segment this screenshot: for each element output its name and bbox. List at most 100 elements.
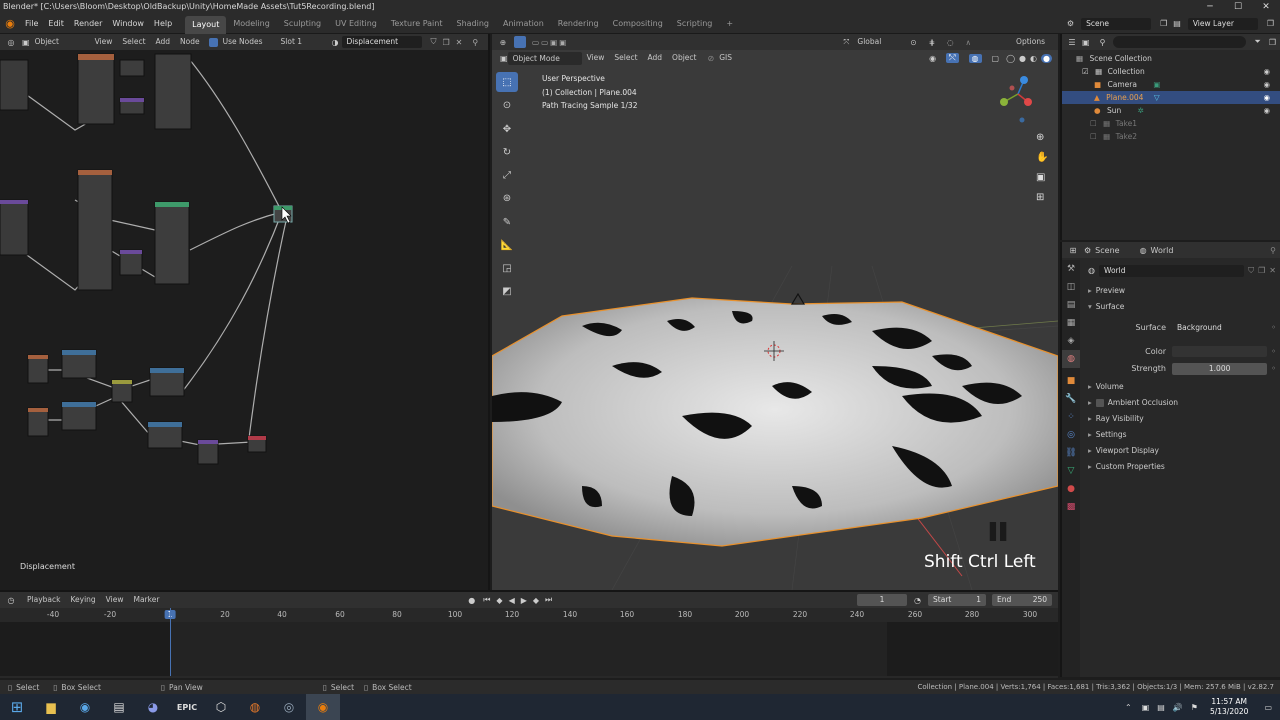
strength-field[interactable]: 1.000 — [1172, 362, 1268, 375]
node-editor[interactable]: ◎ ▣ Object View Select Add Node Use Node… — [0, 34, 490, 590]
move-tool-icon[interactable]: ✥ — [496, 119, 518, 139]
network-icon[interactable]: ▤ — [1157, 703, 1165, 712]
eye-icon[interactable]: ◉ — [1263, 104, 1270, 117]
editor-type-icon[interactable]: ⊞ — [1062, 246, 1084, 255]
pivot-icon[interactable]: ⊙ — [910, 38, 916, 47]
volume-icon[interactable]: 🔊 — [1173, 703, 1183, 712]
unlink-icon[interactable]: ✕ — [1269, 266, 1276, 275]
discord-icon[interactable]: ◕ — [136, 694, 170, 720]
tray-app-icon[interactable]: ▣ — [1142, 703, 1150, 712]
node-menu-add[interactable]: Add — [151, 34, 176, 50]
xray-icon[interactable]: ▢ — [992, 54, 1000, 63]
fake-user-icon[interactable]: ⛉ — [1248, 266, 1254, 276]
solid-shading-icon[interactable]: ● — [1019, 54, 1026, 63]
menu-render[interactable]: Render — [69, 14, 107, 34]
viewport-menu-gis[interactable]: GIS — [714, 50, 737, 66]
jump-end-icon[interactable]: ⏭ — [545, 595, 552, 605]
slot-selector[interactable]: Slot 1 — [276, 34, 332, 50]
timeline-menu-playback[interactable]: Playback — [22, 592, 65, 608]
viewport-menu-select[interactable]: Select — [609, 50, 642, 66]
notepad-icon[interactable]: ▤ — [102, 694, 136, 720]
scale-tool-icon[interactable]: ⤢ — [496, 165, 518, 185]
tab-animation[interactable]: Animation — [496, 14, 551, 34]
panel-volume[interactable]: ▸ Volume — [1088, 382, 1124, 391]
new-collection-icon[interactable]: ❐ — [1269, 38, 1276, 47]
orientation-icon[interactable]: ⤧ — [843, 37, 849, 47]
minimize-button[interactable]: ─ — [1196, 0, 1224, 14]
node-graph[interactable] — [0, 50, 490, 590]
color-swatch[interactable] — [1172, 346, 1268, 357]
select-box-tool-icon[interactable]: ⬚ — [496, 72, 518, 92]
outliner[interactable]: ☰ ▣ ⚲ ⏷ ❐ ▦ Scene Collection ☑ ▦ Collect… — [1060, 34, 1280, 240]
play-icon[interactable]: ▶ — [521, 596, 527, 605]
record-icon[interactable]: ● — [468, 596, 475, 605]
panel-ray-visibility[interactable]: ▸ Ray Visibility — [1088, 414, 1144, 423]
overlay-icon[interactable]: ◍ — [968, 53, 982, 63]
outliner-row-plane[interactable]: ▲ Plane.004 ▽ ◉ — [1062, 91, 1280, 104]
outliner-row-scene-collection[interactable]: ▦ Scene Collection — [1062, 52, 1280, 65]
media-app-icon[interactable]: ◉ — [68, 694, 102, 720]
add-plane-tool-icon[interactable]: ◩ — [496, 281, 518, 301]
outliner-row-collection[interactable]: ☑ ▦ Collection ◉ — [1062, 65, 1280, 78]
menu-help[interactable]: Help — [149, 14, 177, 34]
flag-icon[interactable]: ⚑ — [1191, 703, 1198, 712]
constraints-tab-icon[interactable]: ⛓ — [1062, 444, 1080, 462]
material-icon[interactable]: ◑ — [332, 38, 339, 47]
add-workspace-button[interactable]: + — [719, 14, 740, 34]
timeline-ruler[interactable]: -40 -20 1 20 40 60 80 100 120 140 160 18… — [0, 608, 1058, 622]
clock-icon[interactable]: ◔ — [914, 596, 921, 605]
node-menu-node[interactable]: Node — [175, 34, 205, 50]
gizmo-icon[interactable]: ⤲ — [946, 53, 959, 63]
material-tab-icon[interactable]: ● — [1062, 480, 1080, 498]
timeline-menu-keying[interactable]: Keying — [65, 592, 100, 608]
material-name-field[interactable]: Displacement — [341, 36, 422, 48]
steam-icon[interactable]: ◎ — [272, 694, 306, 720]
scene-selector[interactable]: Scene — [1081, 17, 1152, 30]
filter-icon[interactable]: ⏷ — [1254, 37, 1260, 47]
render-tab-icon[interactable]: ◫ — [1062, 278, 1080, 296]
pin-icon[interactable]: ⚲ — [1270, 246, 1276, 255]
tab-shading[interactable]: Shading — [449, 14, 496, 34]
outliner-row-take2[interactable]: ☐ ▦ Take2 — [1062, 130, 1280, 143]
scene-icon[interactable]: ⚙ — [1067, 19, 1074, 28]
timeline-menu-view[interactable]: View — [101, 592, 129, 608]
rendered-shading-icon[interactable]: ● — [1041, 53, 1052, 63]
world-name-field[interactable]: World — [1098, 264, 1245, 277]
physics-tab-icon[interactable]: ◎ — [1062, 426, 1080, 444]
options-menu[interactable]: Options — [1011, 34, 1050, 50]
panel-ambient-occlusion[interactable]: ▸ Ambient Occlusion — [1088, 398, 1178, 407]
pin-icon[interactable]: ⚲ — [472, 38, 478, 47]
properties-editor[interactable]: ⊞ ⚙ Scene ◍ World ⚲ ⚒ ◫ ▤ ▦ ◈ ◍ ■ 🔧 ⁘ ◎ … — [1060, 242, 1280, 677]
tab-modeling[interactable]: Modeling — [226, 14, 276, 34]
use-nodes-checkbox[interactable] — [208, 37, 218, 47]
dot-icon[interactable]: ◦ — [1271, 347, 1276, 356]
current-frame-field[interactable]: 1 — [857, 594, 908, 606]
particles-tab-icon[interactable]: ⁘ — [1062, 408, 1080, 426]
firefox-icon[interactable]: ◍ — [238, 694, 272, 720]
checkbox-icon[interactable] — [1095, 399, 1104, 407]
menu-edit[interactable]: Edit — [43, 14, 69, 34]
panel-viewport-display[interactable]: ▸ Viewport Display — [1088, 446, 1159, 455]
panel-surface[interactable]: ▾ Surface — [1088, 302, 1124, 311]
tool-tab-icon[interactable]: ⚒ — [1062, 260, 1080, 278]
node-menu-view[interactable]: View — [90, 34, 118, 50]
breadcrumb-scene[interactable]: Scene — [1095, 246, 1119, 255]
texture-tab-icon[interactable]: ▩ — [1062, 498, 1080, 516]
proportional-edit-icon[interactable]: ◌ — [947, 38, 954, 47]
object-tab-icon[interactable]: ■ — [1062, 372, 1080, 390]
prev-keyframe-icon[interactable]: ◆ — [496, 596, 502, 605]
search-icon[interactable]: ⚲ — [1100, 38, 1106, 47]
object-type-icon[interactable]: ▣ — [22, 38, 30, 47]
fake-user-icon[interactable]: ⛉ — [431, 37, 437, 47]
snap-icon[interactable]: ⋕ — [929, 38, 935, 47]
new-scene-icon[interactable]: ❐ — [1160, 19, 1167, 28]
tab-sculpting[interactable]: Sculpting — [277, 14, 328, 34]
viewport-menu-object[interactable]: Object — [667, 50, 701, 66]
editor-type-icon[interactable]: ◷ — [0, 596, 22, 605]
add-cube-tool-icon[interactable]: ◲ — [496, 258, 518, 278]
menu-file[interactable]: File — [20, 14, 43, 34]
viewport-scene[interactable]: ⊕ ✋ ▣ ⊞ — [492, 66, 1058, 590]
select-mode-icon[interactable] — [514, 36, 526, 48]
tab-rendering[interactable]: Rendering — [551, 14, 606, 34]
eye-icon[interactable]: ◉ — [1263, 91, 1270, 104]
